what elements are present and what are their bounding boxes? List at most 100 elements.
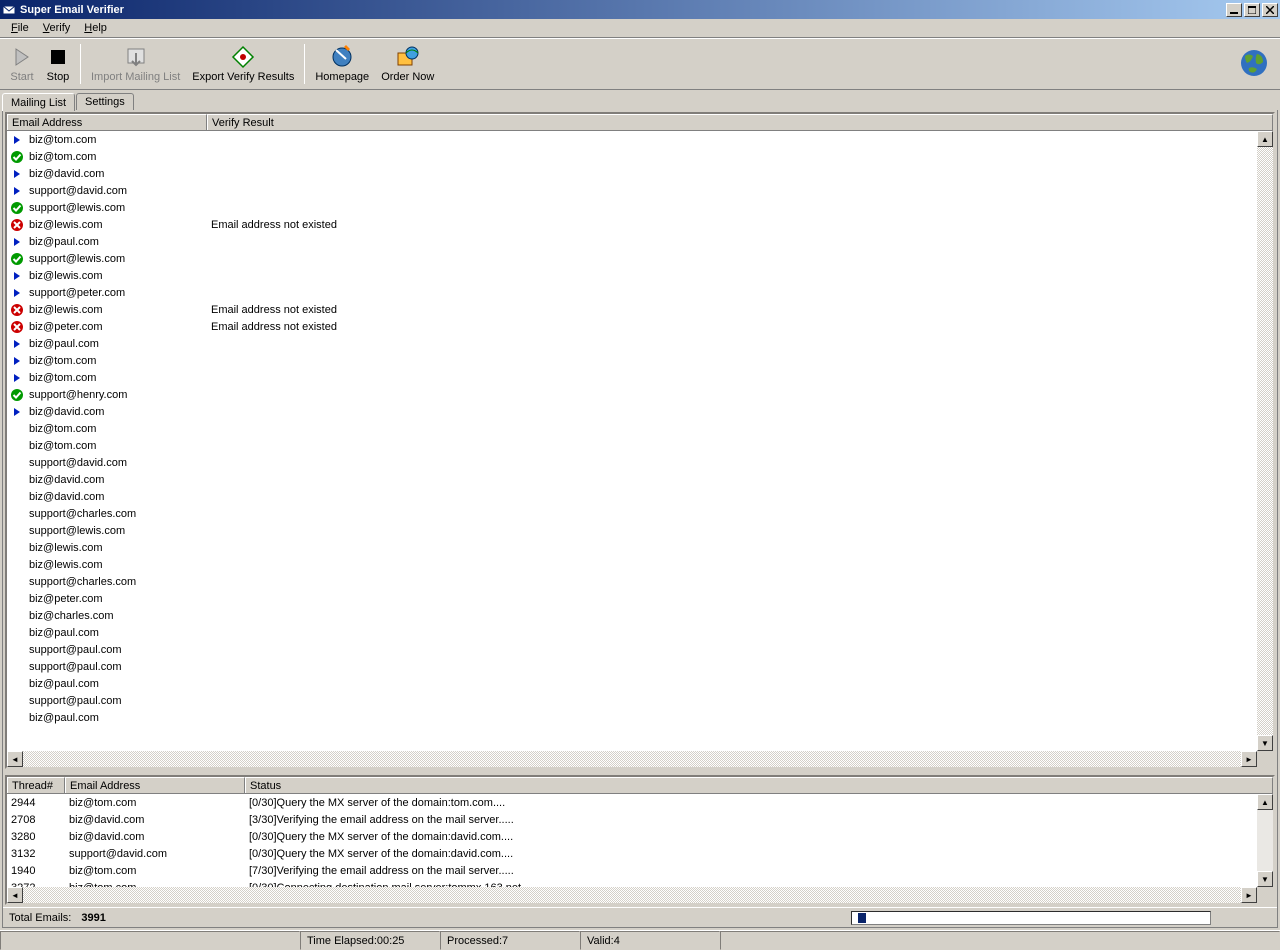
thread-email: support@david.com xyxy=(65,848,245,860)
horizontal-scrollbar[interactable]: ◄ ► xyxy=(7,887,1257,903)
stop-button[interactable]: Stop xyxy=(40,41,76,87)
thread-row[interactable]: 3132support@david.com[0/30]Query the MX … xyxy=(7,845,1273,862)
list-row[interactable]: biz@paul.com xyxy=(7,624,1273,641)
scroll-left-icon[interactable]: ◄ xyxy=(7,887,23,903)
list-row[interactable]: support@lewis.com xyxy=(7,199,1273,216)
thread-row[interactable]: 3280biz@david.com[0/30]Query the MX serv… xyxy=(7,828,1273,845)
thread-email: biz@david.com xyxy=(65,831,245,843)
list-row[interactable]: biz@david.com xyxy=(7,165,1273,182)
row-email: biz@david.com xyxy=(25,406,207,418)
arrow-icon xyxy=(9,370,25,386)
list-row[interactable]: biz@tom.com xyxy=(7,352,1273,369)
thread-row[interactable]: 1940biz@tom.com[7/30]Verifying the email… xyxy=(7,862,1273,879)
list-row[interactable]: biz@lewis.com xyxy=(7,267,1273,284)
row-email: biz@tom.com xyxy=(25,355,207,367)
list-row[interactable]: biz@david.com xyxy=(7,403,1273,420)
list-row[interactable]: biz@tom.com xyxy=(7,437,1273,454)
list-row[interactable]: support@paul.com xyxy=(7,658,1273,675)
list-row[interactable]: support@lewis.com xyxy=(7,250,1273,267)
col-header-email[interactable]: Email Address xyxy=(7,114,207,130)
row-email: biz@charles.com xyxy=(25,610,207,622)
list-row[interactable]: biz@paul.com xyxy=(7,675,1273,692)
arrow-icon xyxy=(9,234,25,250)
start-button[interactable]: Start xyxy=(4,41,40,87)
row-email: biz@paul.com xyxy=(25,712,207,724)
list-row[interactable]: biz@tom.com xyxy=(7,420,1273,437)
list-row[interactable]: biz@paul.com xyxy=(7,709,1273,726)
row-email: support@lewis.com xyxy=(25,253,207,265)
list-row[interactable]: support@lewis.com xyxy=(7,522,1273,539)
cross-icon xyxy=(9,302,25,318)
list-row[interactable]: support@paul.com xyxy=(7,641,1273,658)
tab-settings[interactable]: Settings xyxy=(76,93,134,110)
list-row[interactable]: biz@lewis.comEmail address not existed xyxy=(7,301,1273,318)
scroll-up-icon[interactable]: ▲ xyxy=(1257,794,1273,810)
col-header-thread-email[interactable]: Email Address xyxy=(65,777,245,793)
list-row[interactable]: biz@paul.com xyxy=(7,335,1273,352)
row-email: support@henry.com xyxy=(25,389,207,401)
list-row[interactable]: support@paul.com xyxy=(7,692,1273,709)
order-button[interactable]: Order Now xyxy=(375,41,440,87)
list-row[interactable]: biz@lewis.comEmail address not existed xyxy=(7,216,1273,233)
play-icon xyxy=(10,45,34,69)
list-row[interactable]: support@david.com xyxy=(7,454,1273,471)
col-header-thread[interactable]: Thread# xyxy=(7,777,65,793)
globe-button[interactable] xyxy=(1232,41,1276,87)
list-row[interactable]: biz@lewis.com xyxy=(7,539,1273,556)
row-email: support@charles.com xyxy=(25,576,207,588)
list-row[interactable]: support@peter.com xyxy=(7,284,1273,301)
list-row[interactable]: biz@tom.com xyxy=(7,131,1273,148)
vertical-scrollbar[interactable]: ▲ ▼ xyxy=(1257,794,1273,887)
window-title: Super Email Verifier xyxy=(20,4,1226,16)
list-row[interactable]: biz@peter.com xyxy=(7,590,1273,607)
horizontal-scrollbar[interactable]: ◄ ► xyxy=(7,751,1257,767)
scroll-right-icon[interactable]: ► xyxy=(1241,887,1257,903)
import-button[interactable]: Import Mailing List xyxy=(85,41,186,87)
homepage-button[interactable]: Homepage xyxy=(309,41,375,87)
menu-help[interactable]: Help xyxy=(77,20,114,36)
list-row[interactable]: biz@peter.comEmail address not existed xyxy=(7,318,1273,335)
status-processed: Processed:7 xyxy=(440,931,580,950)
blank-icon xyxy=(9,540,25,556)
row-email: biz@david.com xyxy=(25,168,207,180)
scroll-right-icon[interactable]: ► xyxy=(1241,751,1257,767)
list-row[interactable]: support@henry.com xyxy=(7,386,1273,403)
list-row[interactable]: biz@paul.com xyxy=(7,233,1273,250)
list-row[interactable]: support@charles.com xyxy=(7,505,1273,522)
scroll-down-icon[interactable]: ▼ xyxy=(1257,871,1273,887)
scroll-left-icon[interactable]: ◄ xyxy=(7,751,23,767)
scroll-down-icon[interactable]: ▼ xyxy=(1257,735,1273,751)
list-row[interactable]: biz@lewis.com xyxy=(7,556,1273,573)
row-email: biz@paul.com xyxy=(25,678,207,690)
status-cell-spacer xyxy=(720,931,1280,950)
thread-email: biz@david.com xyxy=(65,814,245,826)
thread-row[interactable]: 2944biz@tom.com[0/30]Query the MX server… xyxy=(7,794,1273,811)
arrow-icon xyxy=(9,166,25,182)
list-row[interactable]: biz@charles.com xyxy=(7,607,1273,624)
menu-verify[interactable]: Verify xyxy=(36,20,78,36)
close-button[interactable] xyxy=(1262,3,1278,17)
maximize-button[interactable] xyxy=(1244,3,1260,17)
minimize-button[interactable] xyxy=(1226,3,1242,17)
col-header-status[interactable]: Status xyxy=(245,777,1273,793)
blank-icon xyxy=(9,710,25,726)
export-button[interactable]: Export Verify Results xyxy=(186,41,300,87)
row-email: biz@lewis.com xyxy=(25,542,207,554)
arrow-icon xyxy=(9,353,25,369)
list-row[interactable]: biz@tom.com xyxy=(7,148,1273,165)
list-row[interactable]: support@david.com xyxy=(7,182,1273,199)
vertical-scrollbar[interactable]: ▲ ▼ xyxy=(1257,131,1273,751)
menu-file[interactable]: File xyxy=(4,20,36,36)
scroll-up-icon[interactable]: ▲ xyxy=(1257,131,1273,147)
col-header-result[interactable]: Verify Result xyxy=(207,114,1273,130)
list-row[interactable]: biz@david.com xyxy=(7,471,1273,488)
thread-header-row: Thread# Email Address Status xyxy=(7,777,1273,794)
list-row[interactable]: biz@david.com xyxy=(7,488,1273,505)
order-icon xyxy=(396,45,420,69)
list-row[interactable]: biz@tom.com xyxy=(7,369,1273,386)
tab-mailing-list[interactable]: Mailing List xyxy=(2,93,75,111)
list-body[interactable]: biz@tom.combiz@tom.combiz@david.comsuppo… xyxy=(7,131,1273,767)
list-row[interactable]: support@charles.com xyxy=(7,573,1273,590)
blank-icon xyxy=(9,659,25,675)
thread-row[interactable]: 2708biz@david.com[3/30]Verifying the ema… xyxy=(7,811,1273,828)
